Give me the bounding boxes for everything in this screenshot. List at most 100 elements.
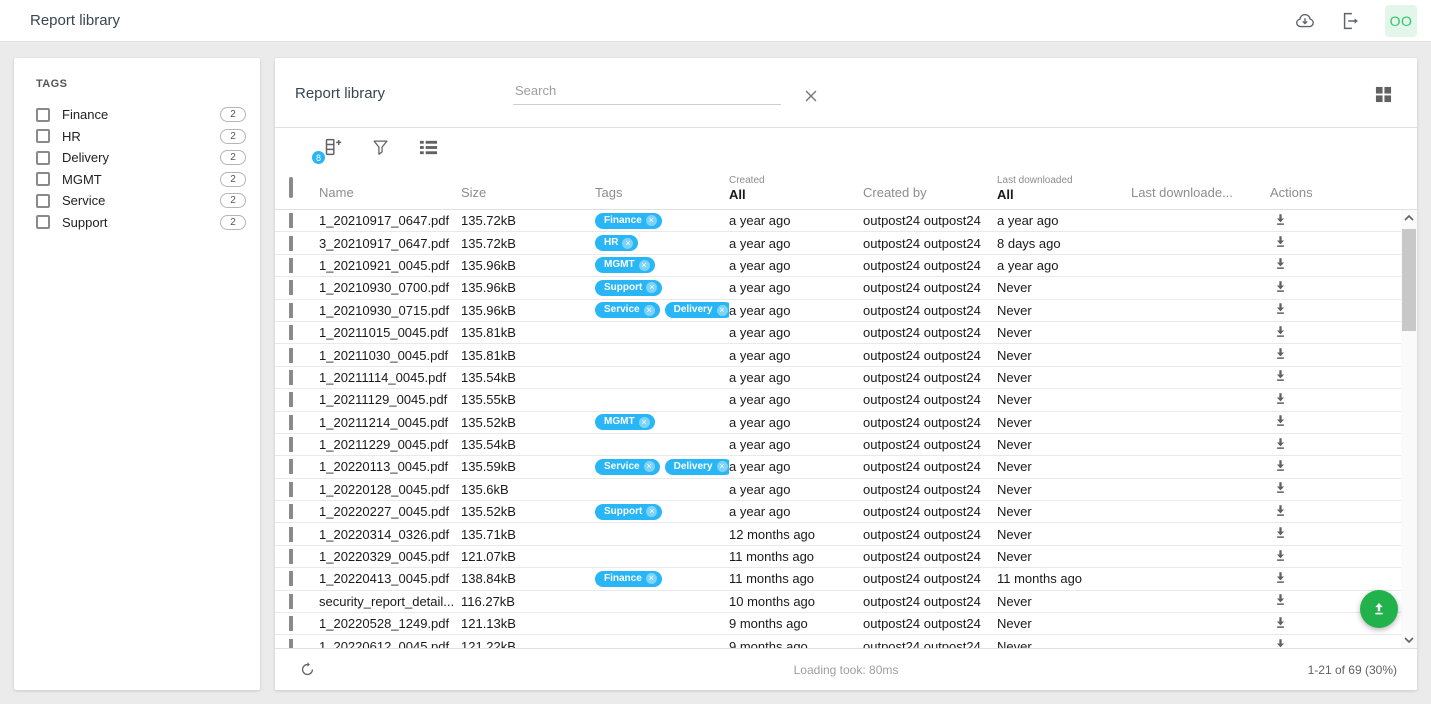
list-view-icon[interactable] — [417, 136, 439, 158]
select-all-checkbox[interactable] — [289, 177, 293, 198]
chip-remove-icon[interactable]: × — [639, 260, 650, 271]
table-row[interactable]: 1_20210930_0700.pdf 135.96kB Support× a … — [275, 277, 1417, 299]
row-checkbox[interactable] — [289, 325, 293, 340]
filter-icon[interactable] — [369, 136, 391, 158]
tag-chip[interactable]: Delivery× — [665, 459, 729, 475]
chip-remove-icon[interactable]: × — [644, 461, 655, 472]
scroll-up-icon[interactable] — [1401, 210, 1417, 226]
row-checkbox[interactable] — [289, 459, 293, 474]
row-checkbox[interactable] — [289, 370, 293, 385]
table-row[interactable]: 1_20211030_0045.pdf 135.81kB a year ago … — [275, 344, 1417, 366]
download-icon[interactable] — [1272, 367, 1290, 385]
row-checkbox[interactable] — [289, 594, 293, 609]
col-size[interactable]: Size — [461, 185, 595, 209]
search-input[interactable] — [513, 80, 781, 105]
col-created[interactable]: Created All — [729, 175, 863, 209]
table-row[interactable]: 1_20210921_0045.pdf 135.96kB MGMT× a yea… — [275, 255, 1417, 277]
chip-remove-icon[interactable]: × — [644, 305, 655, 316]
download-icon[interactable] — [1272, 524, 1290, 542]
col-created-by[interactable]: Created by — [863, 185, 997, 209]
table-row[interactable]: 1_20220329_0045.pdf 121.07kB 11 months a… — [275, 546, 1417, 568]
columns-icon[interactable]: 8 — [321, 136, 343, 158]
table-row[interactable]: 1_20220528_1249.pdf 121.13kB 9 months ag… — [275, 613, 1417, 635]
table-row[interactable]: 1_20211015_0045.pdf 135.81kB a year ago … — [275, 322, 1417, 344]
close-icon[interactable] — [799, 84, 823, 108]
upload-button[interactable] — [1360, 590, 1398, 628]
chip-remove-icon[interactable]: × — [646, 506, 657, 517]
tag-chip[interactable]: MGMT× — [595, 257, 655, 273]
row-checkbox[interactable] — [289, 303, 293, 318]
cloud-download-icon[interactable] — [1293, 9, 1317, 33]
download-icon[interactable] — [1272, 591, 1290, 609]
row-checkbox[interactable] — [289, 392, 293, 407]
scrollbar-thumb[interactable] — [1402, 229, 1416, 331]
table-row[interactable]: security_report_detail... 116.27kB 10 mo… — [275, 591, 1417, 613]
download-icon[interactable] — [1272, 255, 1290, 273]
avatar[interactable]: OO — [1385, 5, 1417, 37]
row-checkbox[interactable] — [289, 437, 293, 452]
tag-checkbox[interactable] — [36, 151, 50, 165]
row-checkbox[interactable] — [289, 482, 293, 497]
col-last-downloaded[interactable]: Last downloaded All — [997, 175, 1131, 209]
tag-chip[interactable]: Finance× — [595, 571, 662, 587]
grid-view-icon[interactable] — [1371, 82, 1395, 106]
table-row[interactable]: 1_20220612_0045.pdf 121.22kB 9 months ag… — [275, 635, 1417, 648]
tag-chip[interactable]: Support× — [595, 280, 662, 296]
tag-checkbox[interactable] — [36, 129, 50, 143]
row-checkbox[interactable] — [289, 527, 293, 542]
chip-remove-icon[interactable]: × — [622, 238, 633, 249]
table-row[interactable]: 1_20220227_0045.pdf 135.52kB Support× a … — [275, 501, 1417, 523]
download-icon[interactable] — [1272, 569, 1290, 587]
tag-chip[interactable]: Service× — [595, 459, 660, 475]
tag-checkbox[interactable] — [36, 194, 50, 208]
table-row[interactable]: 1_20211229_0045.pdf 135.54kB a year ago … — [275, 434, 1417, 456]
chip-remove-icon[interactable]: × — [646, 215, 657, 226]
row-checkbox[interactable] — [289, 258, 293, 273]
refresh-icon[interactable] — [295, 658, 319, 682]
tag-checkbox[interactable] — [36, 172, 50, 186]
logout-icon[interactable] — [1339, 9, 1363, 33]
chip-remove-icon[interactable]: × — [646, 282, 657, 293]
table-row[interactable]: 1_20210930_0715.pdf 135.96kB Service×Del… — [275, 300, 1417, 322]
download-icon[interactable] — [1272, 211, 1290, 229]
tag-chip[interactable]: Support× — [595, 504, 662, 520]
tag-chip[interactable]: MGMT× — [595, 414, 655, 430]
row-checkbox[interactable] — [289, 639, 293, 648]
row-checkbox[interactable] — [289, 236, 293, 251]
col-name[interactable]: Name — [319, 185, 461, 209]
table-row[interactable]: 1_20211114_0045.pdf 135.54kB a year ago … — [275, 367, 1417, 389]
download-icon[interactable] — [1272, 390, 1290, 408]
table-row[interactable]: 1_20220314_0326.pdf 135.71kB 12 months a… — [275, 523, 1417, 545]
chip-remove-icon[interactable]: × — [717, 461, 728, 472]
row-checkbox[interactable] — [289, 280, 293, 295]
download-icon[interactable] — [1272, 435, 1290, 453]
col-tags[interactable]: Tags — [595, 185, 729, 209]
download-icon[interactable] — [1272, 636, 1290, 648]
download-icon[interactable] — [1272, 323, 1290, 341]
table-row[interactable]: 1_20210917_0647.pdf 135.72kB Finance× a … — [275, 210, 1417, 232]
download-icon[interactable] — [1272, 278, 1290, 296]
chip-remove-icon[interactable]: × — [717, 305, 728, 316]
download-icon[interactable] — [1272, 547, 1290, 565]
vertical-scrollbar[interactable] — [1401, 210, 1417, 648]
table-row[interactable]: 1_20220128_0045.pdf 135.6kB a year ago o… — [275, 479, 1417, 501]
tag-chip[interactable]: Delivery× — [665, 302, 729, 318]
download-icon[interactable] — [1272, 502, 1290, 520]
row-checkbox[interactable] — [289, 348, 293, 363]
tag-checkbox[interactable] — [36, 215, 50, 229]
row-checkbox[interactable] — [289, 549, 293, 564]
scroll-down-icon[interactable] — [1401, 632, 1417, 648]
last-downloaded-filter-value[interactable]: All — [997, 187, 1131, 202]
table-row[interactable]: 3_20210917_0647.pdf 135.72kB HR× a year … — [275, 232, 1417, 254]
tag-chip[interactable]: HR× — [595, 235, 638, 251]
row-checkbox[interactable] — [289, 571, 293, 586]
col-last-downloaded-by[interactable]: Last downloade... — [1131, 185, 1270, 209]
tag-chip[interactable]: Finance× — [595, 213, 662, 229]
tag-checkbox[interactable] — [36, 108, 50, 122]
download-icon[interactable] — [1272, 345, 1290, 363]
download-icon[interactable] — [1272, 614, 1290, 632]
row-checkbox[interactable] — [289, 415, 293, 430]
table-row[interactable]: 1_20211129_0045.pdf 135.55kB a year ago … — [275, 389, 1417, 411]
download-icon[interactable] — [1272, 233, 1290, 251]
row-checkbox[interactable] — [289, 616, 293, 631]
